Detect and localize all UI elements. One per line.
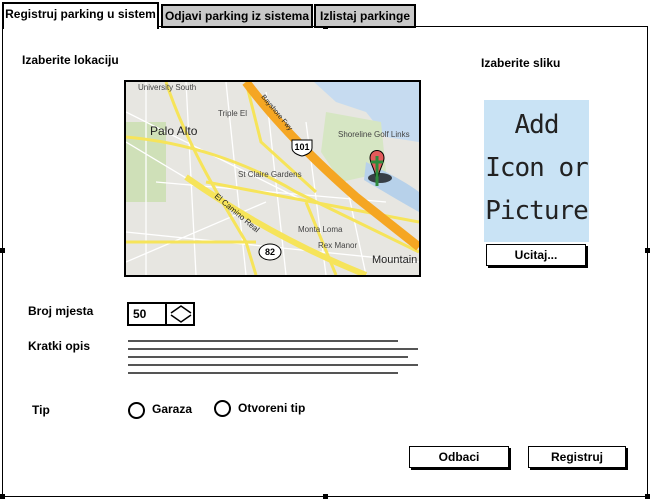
stepper-arrows[interactable] — [165, 304, 195, 324]
chevron-up-icon[interactable] — [170, 305, 192, 314]
upload-button[interactable]: Ucitaj... — [486, 244, 586, 266]
location-map[interactable]: 101 82 University South Palo Alto Triple… — [124, 80, 421, 277]
place-st-claire: St Claire Gardens — [238, 170, 302, 179]
spots-label: Broj mjesta — [28, 304, 94, 318]
tab-list[interactable]: Izlistaj parkinge — [314, 4, 416, 28]
location-label: Izaberite lokaciju — [22, 53, 119, 67]
place-monta-loma: Monta Loma — [298, 225, 343, 234]
image-label: Izaberite sliku — [481, 56, 561, 70]
place-triple-el: Triple El — [218, 109, 247, 118]
svg-text:101: 101 — [294, 142, 309, 152]
cancel-button[interactable]: Odbaci — [409, 446, 509, 468]
place-mountain-view: Mountain View — [372, 254, 419, 266]
radio-garaza[interactable] — [128, 402, 145, 419]
resize-handle[interactable] — [0, 494, 5, 499]
place-university-south: University South — [138, 83, 196, 92]
chevron-down-icon[interactable] — [170, 314, 192, 323]
tab-register[interactable]: Registruj parking u sistem — [2, 2, 159, 29]
description-label: Kratki opis — [28, 339, 91, 353]
spots-stepper[interactable]: 50 — [127, 302, 195, 326]
description-textarea[interactable] — [128, 340, 420, 380]
picture-placeholder-line: Add — [514, 110, 560, 140]
radio-otvoreni-tip[interactable] — [214, 400, 231, 417]
resize-handle[interactable] — [0, 248, 5, 253]
svg-text:82: 82 — [265, 247, 275, 257]
text-line — [128, 364, 418, 366]
highway-101-icon: 101 — [291, 139, 313, 157]
resize-handle[interactable] — [645, 494, 650, 499]
text-line — [128, 372, 398, 374]
place-palo-alto: Palo Alto — [150, 124, 198, 138]
place-shoreline: Shoreline Golf Links — [338, 130, 410, 139]
text-line — [128, 340, 398, 342]
highway-82-icon: 82 — [258, 243, 282, 261]
radio-garaza-label[interactable]: Garaza — [152, 402, 192, 416]
place-bayshore: Bayshore Fwy — [259, 94, 293, 133]
radio-otvoreni-tip-label[interactable]: Otvoreni tip — [238, 401, 305, 415]
picture-placeholder-line: Picture — [485, 196, 589, 226]
map-canvas: 101 82 University South Palo Alto Triple… — [126, 82, 419, 275]
picture-placeholder-line: Icon or — [485, 153, 589, 183]
spots-value[interactable]: 50 — [133, 307, 146, 321]
resize-handle[interactable] — [645, 248, 650, 253]
text-line — [128, 356, 408, 358]
picture-placeholder[interactable]: Add Icon or Picture — [484, 100, 589, 242]
resize-handle[interactable] — [323, 494, 328, 499]
tab-unregister[interactable]: Odjavi parking iz sistema — [161, 4, 313, 28]
type-label: Tip — [32, 403, 50, 417]
place-rex-manor: Rex Manor — [318, 241, 357, 250]
text-line — [128, 348, 418, 350]
register-button[interactable]: Registruj — [528, 446, 626, 468]
